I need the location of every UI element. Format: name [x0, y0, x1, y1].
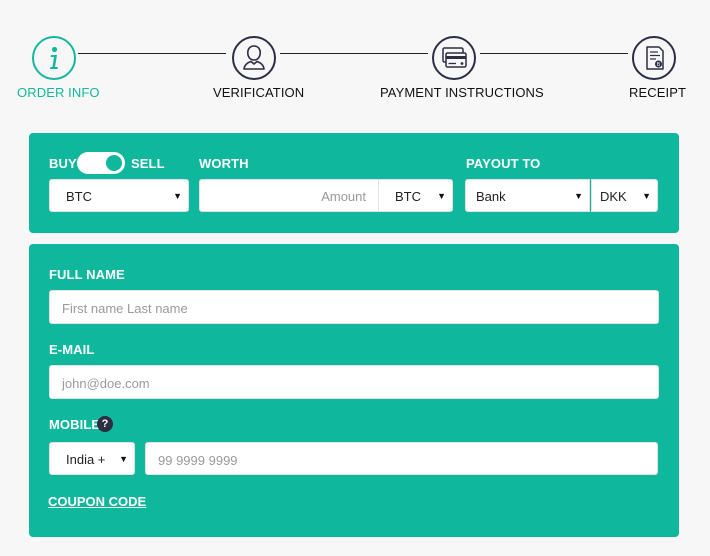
step-order-info[interactable]: [32, 36, 76, 80]
email-label: E-MAIL: [49, 342, 95, 357]
chevron-down-icon: ▼: [119, 454, 128, 464]
personal-info-panel: FULL NAME First name Last name E-MAIL jo…: [29, 244, 679, 537]
coin-select[interactable]: BTC ▼: [49, 179, 189, 212]
step-connector: [78, 53, 226, 54]
user-icon: [243, 45, 265, 70]
payout-label: PAYOUT TO: [466, 156, 541, 171]
full-name-placeholder: First name Last name: [62, 301, 188, 316]
country-code-value: India +: [66, 452, 106, 467]
buy-label: BUY: [49, 156, 77, 171]
amount-input[interactable]: Amount: [199, 179, 379, 212]
phone-input[interactable]: 99 9999 9999: [145, 442, 658, 475]
phone-placeholder: 99 9999 9999: [158, 453, 238, 468]
step-label-receipt: RECEIPT: [629, 85, 687, 100]
toggle-knob: [106, 155, 122, 171]
payout-method-value: Bank: [476, 189, 506, 204]
step-connector: [480, 53, 628, 54]
amount-currency-value: BTC: [395, 189, 421, 204]
payout-currency-value: DKK: [600, 189, 627, 204]
step-label-verification: VERIFICATION: [213, 85, 305, 100]
full-name-label: FULL NAME: [49, 267, 125, 282]
mobile-label: MOBILE: [49, 417, 101, 432]
coupon-code-link[interactable]: COUPON CODE: [48, 494, 146, 509]
info-icon: [50, 46, 58, 69]
step-label-payment-instructions: PAYMENT INSTRUCTIONS: [380, 85, 544, 100]
step-verification[interactable]: [232, 36, 276, 80]
svg-text:B: B: [657, 62, 661, 68]
buy-sell-toggle[interactable]: [77, 152, 125, 174]
email-placeholder: john@doe.com: [62, 376, 150, 391]
payout-method-select[interactable]: Bank ▼: [465, 179, 590, 212]
amount-currency-select[interactable]: BTC ▼: [378, 179, 453, 212]
amount-placeholder: Amount: [321, 189, 366, 204]
chevron-down-icon: ▼: [437, 191, 446, 201]
worth-label: WORTH: [199, 156, 249, 171]
email-input[interactable]: john@doe.com: [49, 365, 659, 399]
payout-currency-select[interactable]: DKK ▼: [591, 179, 658, 212]
step-label-order-info: ORDER INFO: [17, 85, 100, 100]
step-payment-instructions[interactable]: [432, 36, 476, 80]
chevron-down-icon: ▼: [642, 191, 651, 201]
country-code-select[interactable]: India + ▼: [49, 442, 135, 475]
help-icon[interactable]: ?: [97, 416, 113, 432]
card-icon: [442, 47, 467, 68]
receipt-icon: B: [646, 46, 664, 70]
full-name-input[interactable]: First name Last name: [49, 290, 659, 324]
chevron-down-icon: ▼: [173, 191, 182, 201]
step-connector: [280, 53, 428, 54]
step-receipt[interactable]: B: [632, 36, 676, 80]
coin-select-value: BTC: [66, 189, 92, 204]
chevron-down-icon: ▼: [574, 191, 583, 201]
progress-stepper: ORDER INFO VERIFICATION PAYMENT INSTRUCT…: [0, 0, 710, 120]
sell-label: SELL: [131, 156, 165, 171]
trade-panel: BUY SELL BTC ▼ WORTH Amount BTC ▼ PAYOUT…: [29, 133, 679, 233]
